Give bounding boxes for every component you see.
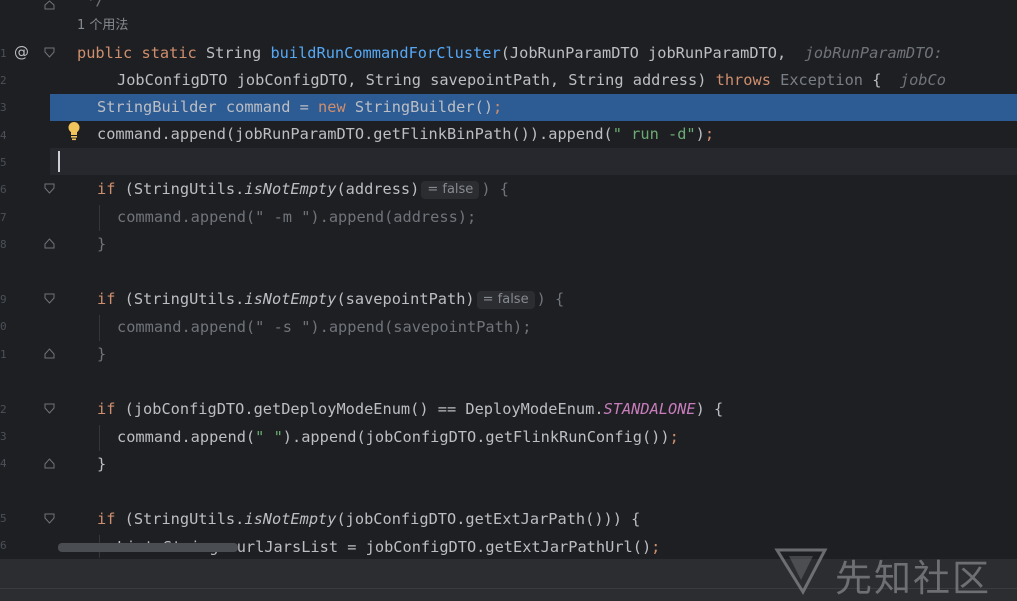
code-line-signature[interactable]: JobConfigDTO jobConfigDTO, String savepo… (0, 67, 1017, 94)
code-text: command.append(" -m ").append(address); (117, 208, 477, 226)
watermark: 先知社区 (773, 546, 1008, 600)
line-number: 5 (0, 157, 6, 169)
code-text: command.append(jobRunParamDTO.getFlinkBi… (97, 125, 715, 143)
code-line[interactable]: if (StringUtils.isNotEmpty(jobConfigDTO.… (0, 506, 1017, 533)
code-text: if (jobConfigDTO.getDeployModeEnum() == … (97, 400, 724, 418)
xianzhi-logo-icon (774, 548, 828, 596)
code-line[interactable]: } (0, 231, 1017, 258)
code-line[interactable]: } (0, 451, 1017, 478)
code-text: if (StringUtils.isNotEmpty(jobConfigDTO.… (97, 510, 641, 528)
inline-value-badge: = false (421, 180, 480, 199)
inline-value-badge: = false (476, 290, 535, 309)
code-text: } (97, 345, 107, 363)
code-line[interactable]: StringBuilder command = new StringBuilde… (0, 94, 1017, 121)
code-text: JobConfigDTO jobConfigDTO, String savepo… (117, 71, 946, 89)
code-text: command.append(" -s ").append(savepointP… (117, 318, 532, 336)
code-line[interactable]: command.append(" -m ").append(address); (0, 204, 1017, 231)
code-line[interactable]: */ (0, 0, 1017, 14)
horizontal-scrollbar[interactable] (58, 543, 238, 552)
code-text: if (StringUtils.isNotEmpty(address) = fal… (97, 180, 509, 199)
code-line[interactable]: command.append(" ").append(jobConfigDTO.… (0, 424, 1017, 451)
code-line[interactable]: if (StringUtils.isNotEmpty(address) = fal… (0, 176, 1017, 203)
code-text: StringBuilder command = new StringBuilde… (97, 98, 503, 116)
code-line-signature[interactable]: public static String buildRunCommandForC… (0, 40, 1017, 67)
usage-count-hint[interactable]: 1 个用法 (77, 14, 128, 33)
code-line[interactable]: if (StringUtils.isNotEmpty(savepointPath… (0, 286, 1017, 313)
comment-end: */ (77, 0, 105, 9)
code-editor[interactable]: 1 2 3 4 5 6 7 8 9 0 1 2 3 4 5 6 @ */ 1 个… (0, 0, 1017, 558)
code-text: if (StringUtils.isNotEmpty(savepointPath… (97, 290, 565, 309)
code-line[interactable]: if (jobConfigDTO.getDeployModeEnum() == … (0, 396, 1017, 423)
code-line[interactable]: command.append(jobRunParamDTO.getFlinkBi… (0, 121, 1017, 148)
code-text: } (97, 235, 107, 253)
code-text: public static String buildRunCommandForC… (77, 44, 943, 62)
code-text: } (97, 455, 107, 473)
text-caret (58, 151, 60, 172)
code-line[interactable]: command.append(" -s ").append(savepointP… (0, 314, 1017, 341)
code-text: command.append(" ").append(jobConfigDTO.… (117, 428, 679, 446)
watermark-text: 先知社区 (835, 557, 991, 600)
inline-value-hint: jobCo (899, 71, 946, 89)
code-line-current[interactable] (50, 148, 1017, 175)
code-line[interactable]: } (0, 341, 1017, 368)
inline-value-hint: jobRunParamDTO: (804, 44, 943, 62)
